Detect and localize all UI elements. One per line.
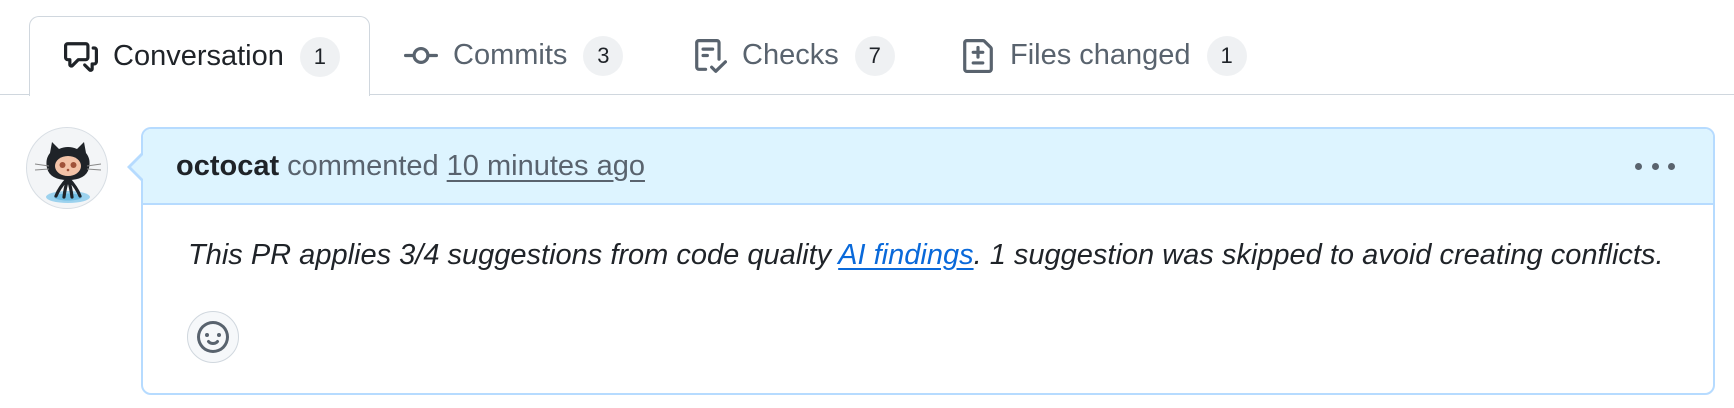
comment-body: This PR applies 3/4 suggestions from cod… [143, 205, 1713, 272]
comment-discussion-icon [63, 39, 99, 75]
octocat-icon [34, 142, 102, 203]
checklist-icon [692, 38, 728, 74]
tab-files-changed[interactable]: Files changed 1 [960, 16, 1247, 95]
tab-conversation[interactable]: Conversation 1 [29, 16, 370, 96]
comment-box: octocat commented 10 minutes ago This PR… [141, 127, 1715, 395]
tab-checks[interactable]: Checks 7 [692, 16, 895, 95]
tab-counter: 1 [299, 36, 340, 77]
comment-header: octocat commented 10 minutes ago [143, 129, 1713, 205]
tab-counter: 1 [1206, 35, 1247, 76]
tab-counter: 7 [854, 35, 895, 76]
add-reaction-button[interactable] [187, 311, 239, 363]
comment-text-start: This PR applies 3/4 suggestions from cod… [188, 239, 839, 271]
tab-label: Files changed [1010, 39, 1191, 71]
comment-action: commented [287, 149, 439, 182]
comment-caret-fill [131, 155, 143, 179]
comment-text-end: . 1 suggestion was skipped to avoid crea… [973, 239, 1664, 271]
file-diff-icon [960, 38, 996, 74]
tab-label: Checks [742, 39, 839, 71]
ai-findings-link[interactable]: AI findings [838, 239, 973, 271]
comment-author[interactable]: octocat [176, 150, 279, 183]
avatar[interactable] [26, 127, 108, 209]
git-commit-icon [403, 38, 439, 74]
tab-label: Commits [453, 39, 568, 71]
kebab-horizontal-icon [1635, 162, 1642, 170]
tab-counter: 3 [583, 35, 624, 76]
comment-timestamp[interactable]: 10 minutes ago [447, 150, 645, 183]
tab-commits[interactable]: Commits 3 [403, 16, 624, 95]
more-options-button[interactable] [1635, 151, 1675, 181]
smiley-icon [197, 321, 229, 353]
tab-label: Conversation [113, 40, 284, 72]
tab-nav: Conversation 1 Commits 3 Checks 7 Files … [0, 0, 1734, 96]
